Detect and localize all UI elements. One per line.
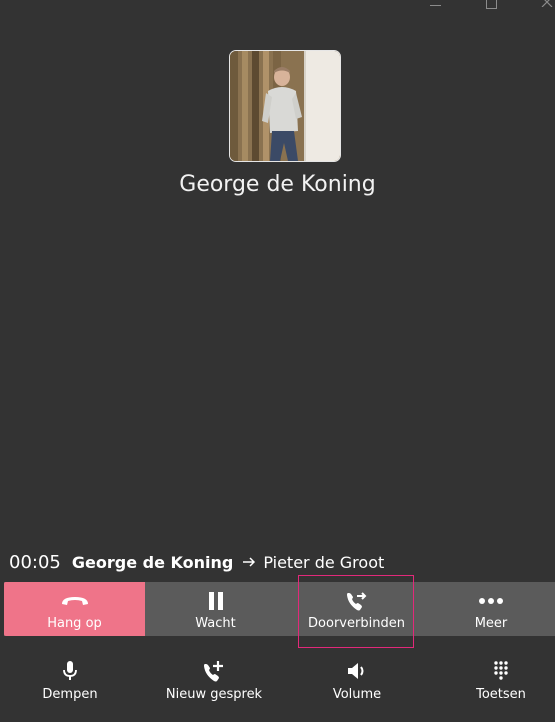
mute-label: Dempen bbox=[42, 687, 98, 702]
contact-name: George de Koning bbox=[179, 172, 376, 197]
more-button[interactable]: Meer bbox=[427, 582, 555, 636]
transfer-target-name: Pieter de Groot bbox=[263, 552, 385, 572]
dialpad-icon bbox=[493, 660, 509, 682]
minimize-icon[interactable] bbox=[420, 0, 450, 12]
more-label: Meer bbox=[474, 616, 508, 631]
microphone-icon bbox=[62, 660, 78, 682]
keypad-button[interactable]: Toetsen bbox=[470, 660, 532, 702]
arrow-right-icon bbox=[242, 556, 256, 568]
more-horizontal-icon bbox=[478, 590, 504, 612]
volume-label: Volume bbox=[332, 687, 382, 702]
pause-icon bbox=[207, 590, 225, 612]
speaker-icon bbox=[346, 660, 368, 682]
hold-label: Wacht bbox=[195, 616, 236, 631]
hangup-button[interactable]: Hang op bbox=[4, 582, 145, 636]
mute-button[interactable]: Dempen bbox=[40, 660, 100, 702]
contact-photo bbox=[230, 51, 340, 161]
call-timer: 00:05 bbox=[9, 551, 61, 573]
avatar bbox=[229, 50, 341, 162]
phone-add-icon bbox=[202, 660, 226, 682]
caller-name: George de Koning bbox=[71, 552, 234, 572]
keypad-label: Toetsen bbox=[476, 687, 526, 702]
hangup-label: Hang op bbox=[47, 616, 102, 631]
phone-hangup-icon bbox=[60, 590, 90, 612]
call-action-bar: Hang op Wacht Doorverbinden Meer bbox=[4, 582, 555, 636]
maximize-icon[interactable] bbox=[476, 0, 506, 12]
new-call-button[interactable]: Nieuw gesprek bbox=[162, 660, 266, 702]
transfer-label: Doorverbinden bbox=[308, 616, 405, 631]
transfer-button[interactable]: Doorverbinden bbox=[286, 582, 427, 636]
call-window: George de Koning 00:05 George de Koning … bbox=[0, 0, 555, 722]
volume-button[interactable]: Volume bbox=[326, 660, 388, 702]
close-icon[interactable] bbox=[532, 0, 555, 12]
new-call-label: Nieuw gesprek bbox=[165, 687, 263, 702]
hold-button[interactable]: Wacht bbox=[145, 582, 286, 636]
call-status: 00:05 George de Koning Pieter de Groot bbox=[9, 549, 384, 575]
bottom-toolbar: Dempen Nieuw gesprek Volume Toetsen bbox=[0, 660, 555, 722]
phone-forward-icon bbox=[345, 590, 369, 612]
